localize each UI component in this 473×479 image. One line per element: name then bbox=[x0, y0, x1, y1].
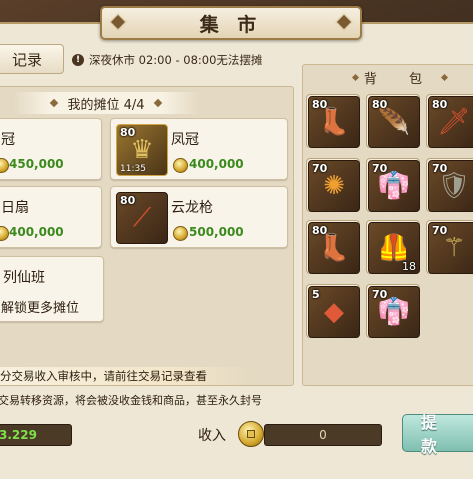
bag-slot[interactable]: 👢 80 bbox=[306, 220, 360, 274]
item-name: 冠 bbox=[1, 132, 15, 148]
stall-item-card[interactable]: 冠 450,000 bbox=[0, 118, 102, 180]
item-level: 80 bbox=[120, 126, 136, 139]
stall-item-card[interactable]: ♛ 80 11:35 凤冠 400,000 bbox=[110, 118, 288, 180]
item-level: 80 bbox=[312, 98, 328, 111]
bag-header: 背 包 bbox=[330, 68, 470, 87]
item-name: 云龙枪 bbox=[171, 200, 213, 216]
spear-glyph-icon: ⟋ bbox=[132, 203, 152, 233]
unlock-subtitle: 解锁更多摊位 bbox=[1, 301, 80, 316]
robe-icon: 👘 bbox=[377, 297, 411, 327]
spear-icon: ⟋ 80 bbox=[116, 192, 168, 244]
item-level: 5 bbox=[312, 288, 320, 301]
item-level: 80 bbox=[432, 98, 448, 111]
bag-slot[interactable]: 🦺 18 bbox=[366, 220, 420, 274]
coin-icon bbox=[173, 158, 188, 173]
robe-icon: 👘 70 bbox=[368, 286, 420, 338]
bag-slot[interactable]: 🪶 80 bbox=[366, 94, 420, 148]
audit-notice[interactable]: 分交易收入审核中，请前往交易记录查看 bbox=[0, 367, 252, 385]
spear-icon: 🗡 bbox=[437, 107, 471, 137]
ore-icon: ◆ 5 bbox=[308, 286, 360, 338]
balance-display: 3.229 bbox=[0, 424, 72, 446]
item-name: 凤冠 bbox=[171, 132, 199, 148]
bag-slot[interactable]: ⚚ 70 bbox=[426, 220, 473, 274]
bag-slot[interactable]: 🛡 70 bbox=[426, 158, 473, 212]
stall-header-label: 我的摊位 4/4 bbox=[67, 97, 145, 113]
item-level: 70 bbox=[432, 224, 448, 237]
item-level: 80 bbox=[120, 194, 136, 207]
diamond-icon bbox=[441, 73, 449, 81]
bag-slot[interactable]: ✺ 70 bbox=[306, 158, 360, 212]
bag-slot[interactable]: 👘 70 bbox=[366, 158, 420, 212]
item-level: 80 bbox=[312, 224, 328, 237]
ore-icon: ◆ bbox=[324, 297, 344, 327]
closing-notice: ! 深夜休市 02:00 - 08:00无法摆摊 bbox=[72, 52, 262, 68]
vest-icon: 🦺 18 bbox=[368, 222, 420, 274]
item-level: 70 bbox=[372, 162, 388, 175]
coin-icon bbox=[0, 158, 9, 173]
item-level: 70 bbox=[432, 162, 448, 175]
vest-icon: 🦺 bbox=[377, 233, 411, 263]
income-label: 收入 bbox=[198, 428, 226, 444]
title-banner: 集 市 bbox=[100, 6, 362, 40]
item-level: 70 bbox=[312, 162, 328, 175]
banner-ornament-icon bbox=[335, 13, 353, 31]
crown-glyph-icon: ♛ bbox=[130, 135, 154, 165]
boots-icon: 👢 80 bbox=[308, 222, 360, 274]
item-price: 450,000 bbox=[9, 157, 64, 171]
coin-icon bbox=[173, 226, 188, 241]
boots-icon: 👢 80 bbox=[308, 96, 360, 148]
boots-icon: 👢 bbox=[317, 233, 351, 263]
info-icon: ! bbox=[72, 54, 84, 66]
stall-item-card[interactable]: 日扇 400,000 bbox=[0, 186, 102, 248]
armor-icon: 🛡 70 bbox=[428, 160, 473, 212]
bag-slot[interactable]: 🗡 80 bbox=[426, 94, 473, 148]
staff-icon: ⚚ bbox=[442, 233, 466, 263]
diamond-icon bbox=[351, 73, 359, 81]
diamond-icon bbox=[153, 98, 162, 108]
phoenix-crown-icon: ♛ 80 11:35 bbox=[116, 124, 168, 176]
bag-slot[interactable]: 👢 80 bbox=[306, 94, 360, 148]
income-value: 0 bbox=[264, 424, 382, 446]
stall-header: 我的摊位 4/4 bbox=[12, 92, 200, 114]
diamond-icon bbox=[50, 98, 59, 108]
banner-ornament-icon bbox=[109, 13, 127, 31]
listing-timer: 11:35 bbox=[120, 164, 146, 174]
coin-icon bbox=[238, 421, 264, 447]
warning-text: 交易转移资源，将会被没收金钱和商品，甚至永久封号 bbox=[0, 394, 262, 407]
item-level: 70 bbox=[372, 288, 388, 301]
unlock-title: 列仙班 bbox=[3, 270, 45, 286]
feather-fan-icon: 🪶 bbox=[377, 107, 411, 137]
armor-icon: 🛡 bbox=[437, 171, 471, 201]
item-level: 80 bbox=[372, 98, 388, 111]
bag-slot[interactable]: 👘 70 bbox=[366, 284, 420, 338]
feather-fan-icon: 🪶 80 bbox=[368, 96, 420, 148]
notice-text: 深夜休市 02:00 - 08:00无法摆摊 bbox=[89, 53, 263, 67]
staff-icon: ⚚ 70 bbox=[428, 222, 473, 274]
amulet-icon: ✺ 70 bbox=[308, 160, 360, 212]
boots-icon: 👢 bbox=[317, 107, 351, 137]
coin-icon bbox=[0, 226, 9, 241]
robe-icon: 👘 70 bbox=[368, 160, 420, 212]
bag-header-label: 背 包 bbox=[363, 71, 437, 87]
item-count: 18 bbox=[402, 260, 416, 273]
record-button[interactable]: 记录 bbox=[0, 44, 64, 74]
item-price: 400,000 bbox=[9, 225, 64, 239]
unlock-stall-card[interactable]: 列仙班 解锁更多摊位 bbox=[0, 256, 104, 322]
spear-icon: 🗡 80 bbox=[428, 96, 473, 148]
item-price: 500,000 bbox=[189, 225, 244, 239]
robe-icon: 👘 bbox=[377, 171, 411, 201]
item-name: 日扇 bbox=[1, 200, 29, 216]
page-title: 集 市 bbox=[199, 13, 263, 36]
item-price: 400,000 bbox=[189, 157, 244, 171]
withdraw-button[interactable]: 提 款 bbox=[402, 413, 473, 456]
amulet-icon: ✺ bbox=[323, 171, 345, 201]
stall-item-card[interactable]: ⟋ 80 云龙枪 500,000 bbox=[110, 186, 288, 248]
bag-slot[interactable]: ◆ 5 bbox=[306, 284, 360, 338]
